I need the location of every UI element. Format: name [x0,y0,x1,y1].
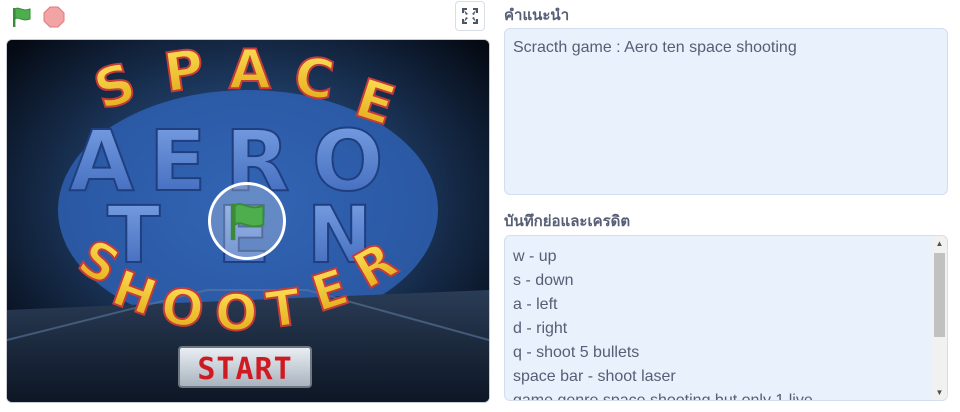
scroll-up-icon[interactable]: ▲ [932,236,947,251]
credits-box[interactable]: w - up s - down a - left d - right q - s… [504,235,948,401]
svg-text:O: O [157,276,207,339]
start-game-button[interactable]: START [178,346,312,388]
credits-title: บันทึกย่อและเครดิต [504,213,631,230]
svg-text:O: O [215,284,258,342]
credits-line: w - up [513,248,557,265]
credits-list: w - up s - down a - left d - right q - s… [513,245,927,401]
scroll-down-icon[interactable]: ▼ [932,385,947,400]
stage-header [0,0,496,36]
fullscreen-button[interactable] [455,1,485,31]
svg-text:A: A [229,40,271,101]
credits-line: s - down [513,272,574,289]
svg-text:P: P [160,40,208,105]
green-flag-icon [13,7,31,27]
credits-scrollbar[interactable]: ▲ ▼ [932,236,947,400]
start-flag-overlay-button[interactable] [208,182,286,260]
credits-line: q - shoot 5 bullets [513,344,640,361]
stop-icon [43,6,65,28]
credits-line: space bar - shoot laser [513,368,676,385]
credits-line: game genre space shooting but only 1 liv… [513,392,813,401]
scroll-thumb[interactable] [934,253,945,337]
credits-line: d - right [513,320,568,337]
credits-line: a - left [513,296,558,313]
game-stage[interactable]: S P A C E A E R O T E N S H O O T E R ST… [6,39,490,403]
green-flag-icon [230,203,265,241]
instructions-text: Scracth game : Aero ten space shooting [513,39,797,56]
instructions-box: Scracth game : Aero ten space shooting [504,28,948,195]
instructions-title: คำแนะนำ [504,7,570,24]
green-flag-button[interactable] [10,5,34,29]
stop-button[interactable] [42,5,66,29]
fullscreen-icon [462,8,478,24]
start-label: START [197,352,293,387]
